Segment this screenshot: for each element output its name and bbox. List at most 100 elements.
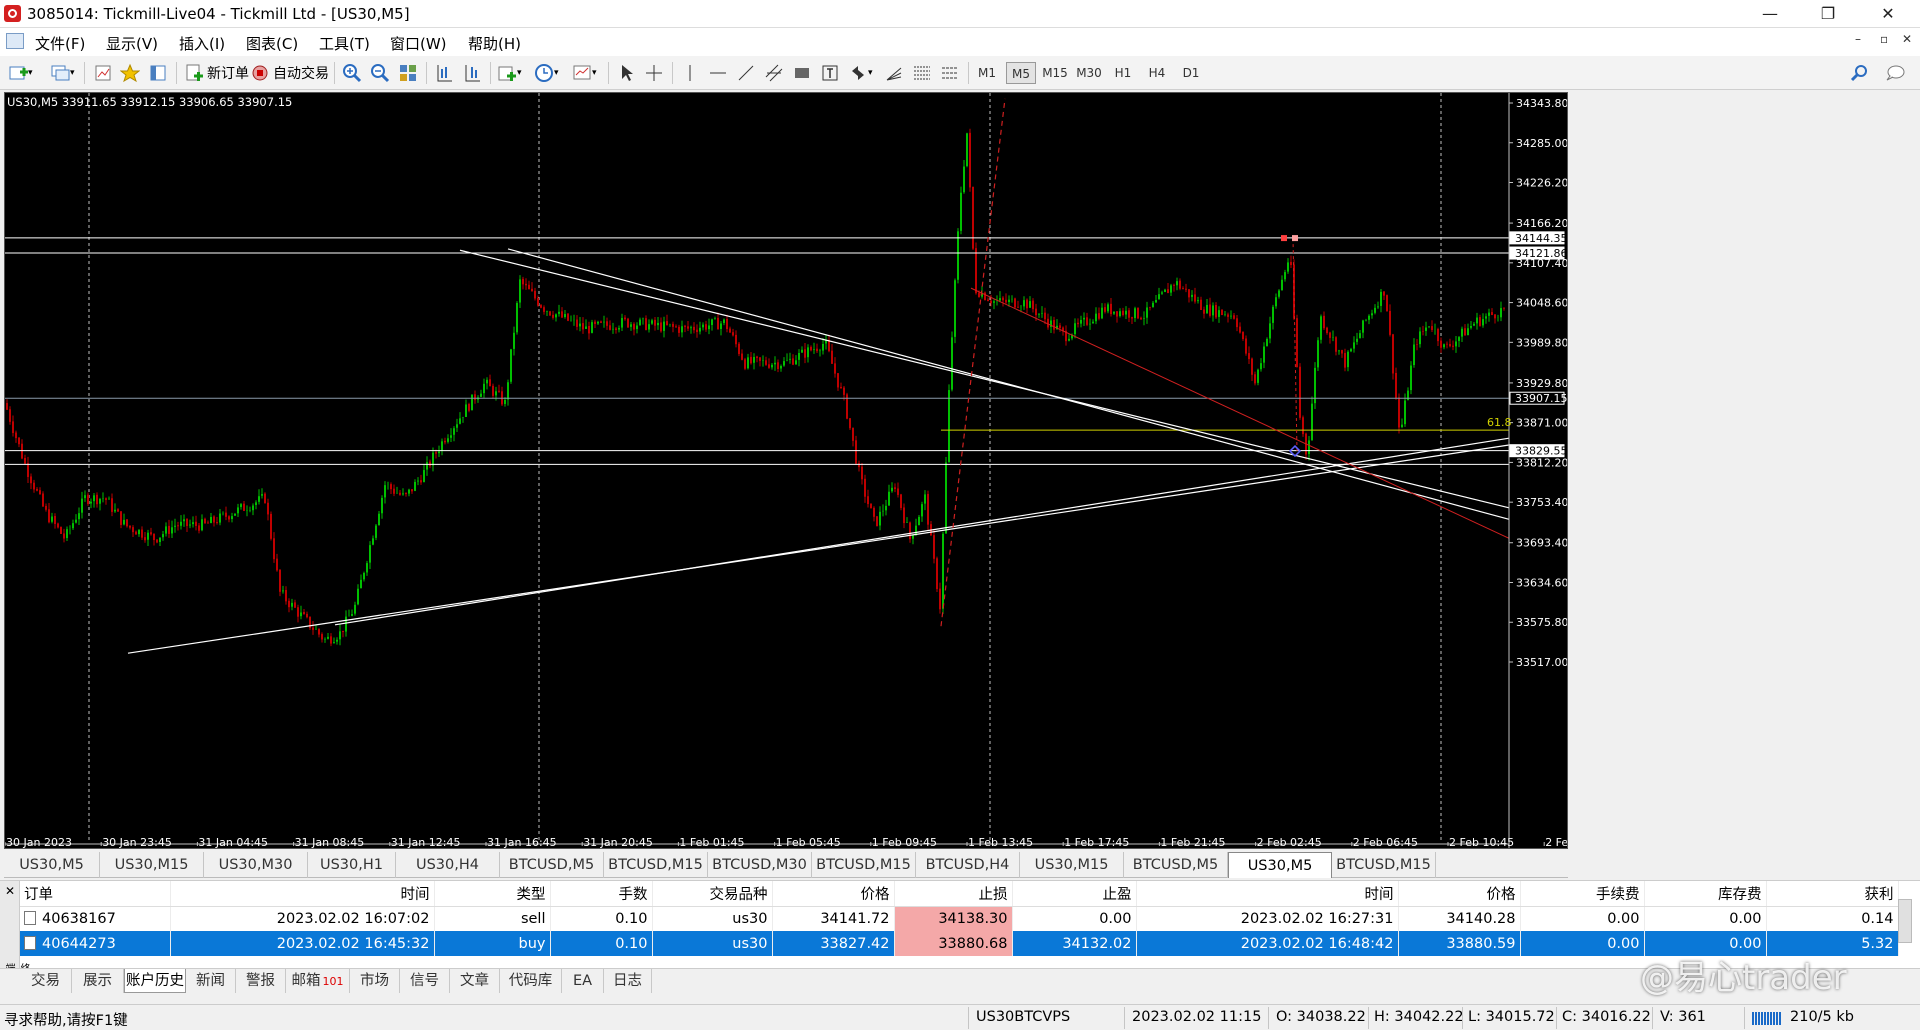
column-header[interactable]: 价格 [1398, 881, 1521, 907]
tile-windows-button[interactable] [398, 60, 418, 86]
chart-tab[interactable]: BTCUSD,M15 [1332, 852, 1436, 878]
table-row[interactable]: 40644273 2023.02.02 16:45:32 buy 0.10 us30 33… [20, 931, 1899, 956]
chart-tab[interactable]: US30,M15 [100, 852, 204, 878]
timeframe-m1-button[interactable]: M1 [972, 62, 1002, 84]
terminal-tab[interactable]: 展示 [72, 969, 124, 993]
timeframe-m5-button[interactable]: M5 [1006, 62, 1036, 84]
column-header[interactable]: 时间 [1136, 881, 1399, 907]
price-tick-label: 33693.40 [1516, 537, 1567, 550]
rectangle-tool[interactable] [792, 60, 812, 86]
horizontal-line-tool[interactable] [708, 60, 728, 86]
table-cell: 2023.02.02 16:27:31 [1136, 906, 1399, 931]
fibo-fan-tool[interactable] [884, 60, 904, 86]
chart-canvas[interactable]: 34343.8034285.0034226.2034166.2034107.40… [5, 93, 1567, 848]
menu-help[interactable]: 帮助(H) [468, 33, 521, 54]
timeframe-m30-button[interactable]: M30 [1074, 62, 1104, 84]
menu-file[interactable]: 文件(F) [35, 33, 85, 54]
profiles-icon [50, 63, 70, 83]
timeframe-d1-button[interactable]: D1 [1176, 62, 1206, 84]
terminal-tab[interactable]: 新闻 [186, 969, 236, 993]
minimize-button[interactable]: — [1742, 0, 1798, 28]
arrows-tool[interactable]: ▾ [848, 60, 873, 86]
column-header[interactable]: 交易品种 [652, 881, 773, 907]
trendline-tool[interactable] [736, 60, 756, 86]
chart-tab[interactable]: BTCUSD,M30 [708, 852, 812, 878]
maximize-button[interactable]: ❐ [1800, 0, 1856, 28]
chart-tab[interactable]: US30,M30 [204, 852, 308, 878]
terminal-tab[interactable]: 日志 [604, 969, 652, 993]
mdi-close-button[interactable]: ✕ [1902, 32, 1912, 46]
mdi-minimize-button[interactable]: – [1855, 32, 1861, 46]
terminal-tab[interactable]: 信号 [400, 969, 450, 993]
vertical-line-tool[interactable] [680, 60, 700, 86]
terminal-scrollbar[interactable] [1898, 899, 1912, 943]
column-header[interactable]: 止损 [894, 881, 1013, 907]
periods-button[interactable]: ▾ [534, 60, 559, 86]
price-chart[interactable]: 34343.80 34285.00 34226.20 34166.20 34107.40… [4, 92, 1568, 849]
column-header[interactable]: 类型 [434, 881, 551, 907]
data-window-button[interactable] [148, 60, 168, 86]
templates-button[interactable]: ▾ [572, 60, 597, 86]
table-row[interactable]: 40638167 2023.02.02 16:07:02 sell 0.10 us30 3… [20, 906, 1899, 931]
timeframe-h1-button[interactable]: H1 [1108, 62, 1138, 84]
terminal-sidebar: ✕ 终端 [0, 881, 29, 973]
profiles-button[interactable]: ▾ [50, 60, 75, 86]
terminal-tab[interactable]: 文章 [450, 969, 500, 993]
chart-tab[interactable]: US30,M15 [1020, 852, 1124, 878]
column-header[interactable]: 手续费 [1520, 881, 1645, 907]
terminal-tab[interactable]: 市场 [350, 969, 400, 993]
column-header[interactable]: 手数 [550, 881, 653, 907]
new-chart-button[interactable]: ▾ [8, 60, 33, 86]
chart-tab[interactable]: US30,H1 [308, 852, 396, 878]
terminal-tab[interactable]: 警报 [236, 969, 286, 993]
chart-tab[interactable]: BTCUSD,M5 [500, 852, 604, 878]
chart-tab[interactable]: US30,H4 [396, 852, 500, 878]
column-header[interactable]: 止盈 [1012, 881, 1137, 907]
auto-trading-button[interactable]: 自动交易 [250, 60, 329, 86]
close-button[interactable]: ✕ [1860, 0, 1916, 28]
terminal-tab[interactable]: 邮箱 101 [286, 969, 350, 993]
terminal-tab[interactable]: EA [562, 969, 604, 993]
fibo-expansion-tool[interactable] [940, 60, 960, 86]
chart-tab[interactable]: US30,M5 [4, 852, 100, 878]
menu-insert[interactable]: 插入(I) [179, 33, 225, 54]
timeframe-m15-button[interactable]: M15 [1040, 62, 1070, 84]
market-watch-button[interactable] [93, 60, 113, 86]
terminal-tab[interactable]: 交易 [20, 969, 72, 993]
zoom-in-button[interactable] [342, 60, 362, 86]
chart-tab[interactable]: US30,M5 [1228, 852, 1332, 878]
autoscroll-button[interactable] [462, 60, 482, 86]
column-header[interactable]: 时间 [170, 881, 435, 907]
chart-tab[interactable]: BTCUSD,M15 [812, 852, 916, 878]
mdi-restore-button[interactable]: ▫ [1880, 32, 1888, 46]
chart-shift-button[interactable] [434, 60, 454, 86]
terminal-tab[interactable]: 账户历史 [124, 969, 186, 993]
order-icon [24, 910, 36, 925]
search-button[interactable] [1850, 60, 1870, 86]
chat-button[interactable] [1884, 60, 1905, 86]
timeframe-h4-button[interactable]: H4 [1142, 62, 1172, 84]
column-header[interactable]: 库存费 [1644, 881, 1767, 907]
menu-window[interactable]: 窗口(W) [390, 33, 447, 54]
terminal-close-button[interactable]: ✕ [5, 884, 15, 898]
fibo-retracement-tool[interactable] [912, 60, 932, 86]
chart-tab[interactable]: BTCUSD,M15 [604, 852, 708, 878]
menu-view[interactable]: 显示(V) [106, 33, 158, 54]
crosshair-tool[interactable] [644, 60, 664, 86]
zoom-out-button[interactable] [370, 60, 390, 86]
cursor-tool[interactable] [616, 60, 636, 86]
indicators-button[interactable]: ▾ [497, 60, 522, 86]
terminal-tab[interactable]: 代码库 [500, 969, 562, 993]
price-tick-label: 33871.00 [1516, 417, 1567, 430]
menu-charts[interactable]: 图表(C) [246, 33, 298, 54]
column-header[interactable]: 订单 [20, 881, 171, 907]
navigator-button[interactable] [119, 60, 141, 86]
text-tool[interactable] [820, 60, 840, 86]
column-header[interactable]: 价格 [772, 881, 895, 907]
column-header[interactable]: 获利 [1766, 881, 1899, 907]
new-order-button[interactable]: 新订单 [184, 60, 249, 86]
chart-tab[interactable]: BTCUSD,M5 [1124, 852, 1228, 878]
menu-tools[interactable]: 工具(T) [319, 33, 370, 54]
channel-tool[interactable] [764, 60, 784, 86]
chart-tab[interactable]: BTCUSD,H4 [916, 852, 1020, 878]
